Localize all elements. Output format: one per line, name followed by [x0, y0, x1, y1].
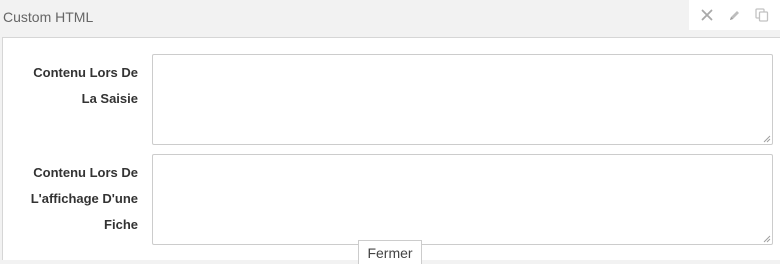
- form-panel: Contenu Lors De La Saisie Contenu Lors D…: [2, 37, 780, 260]
- field-label-affichage: Contenu Lors De L'affichage D'une Fiche: [8, 160, 138, 238]
- close-icon[interactable]: [696, 4, 718, 26]
- widget-title: Custom HTML: [3, 9, 94, 25]
- field-label-line: L'affichage D'une: [30, 191, 138, 206]
- pencil-icon[interactable]: [723, 4, 745, 26]
- content-affichage-textarea[interactable]: [152, 154, 773, 245]
- copy-icon[interactable]: [751, 4, 773, 26]
- field-label-line: Contenu Lors De: [33, 65, 138, 80]
- widget-toolbar: [689, 0, 780, 30]
- content-saisie-textarea[interactable]: [152, 54, 773, 145]
- field-label-line: Contenu Lors De: [33, 165, 138, 180]
- field-label-saisie: Contenu Lors De La Saisie: [8, 60, 138, 112]
- resize-grip-icon[interactable]: [761, 133, 771, 143]
- resize-grip-icon[interactable]: [761, 233, 771, 243]
- close-button[interactable]: Fermer: [358, 240, 422, 264]
- field-label-line: La Saisie: [81, 91, 138, 106]
- field-label-line: Fiche: [104, 217, 138, 232]
